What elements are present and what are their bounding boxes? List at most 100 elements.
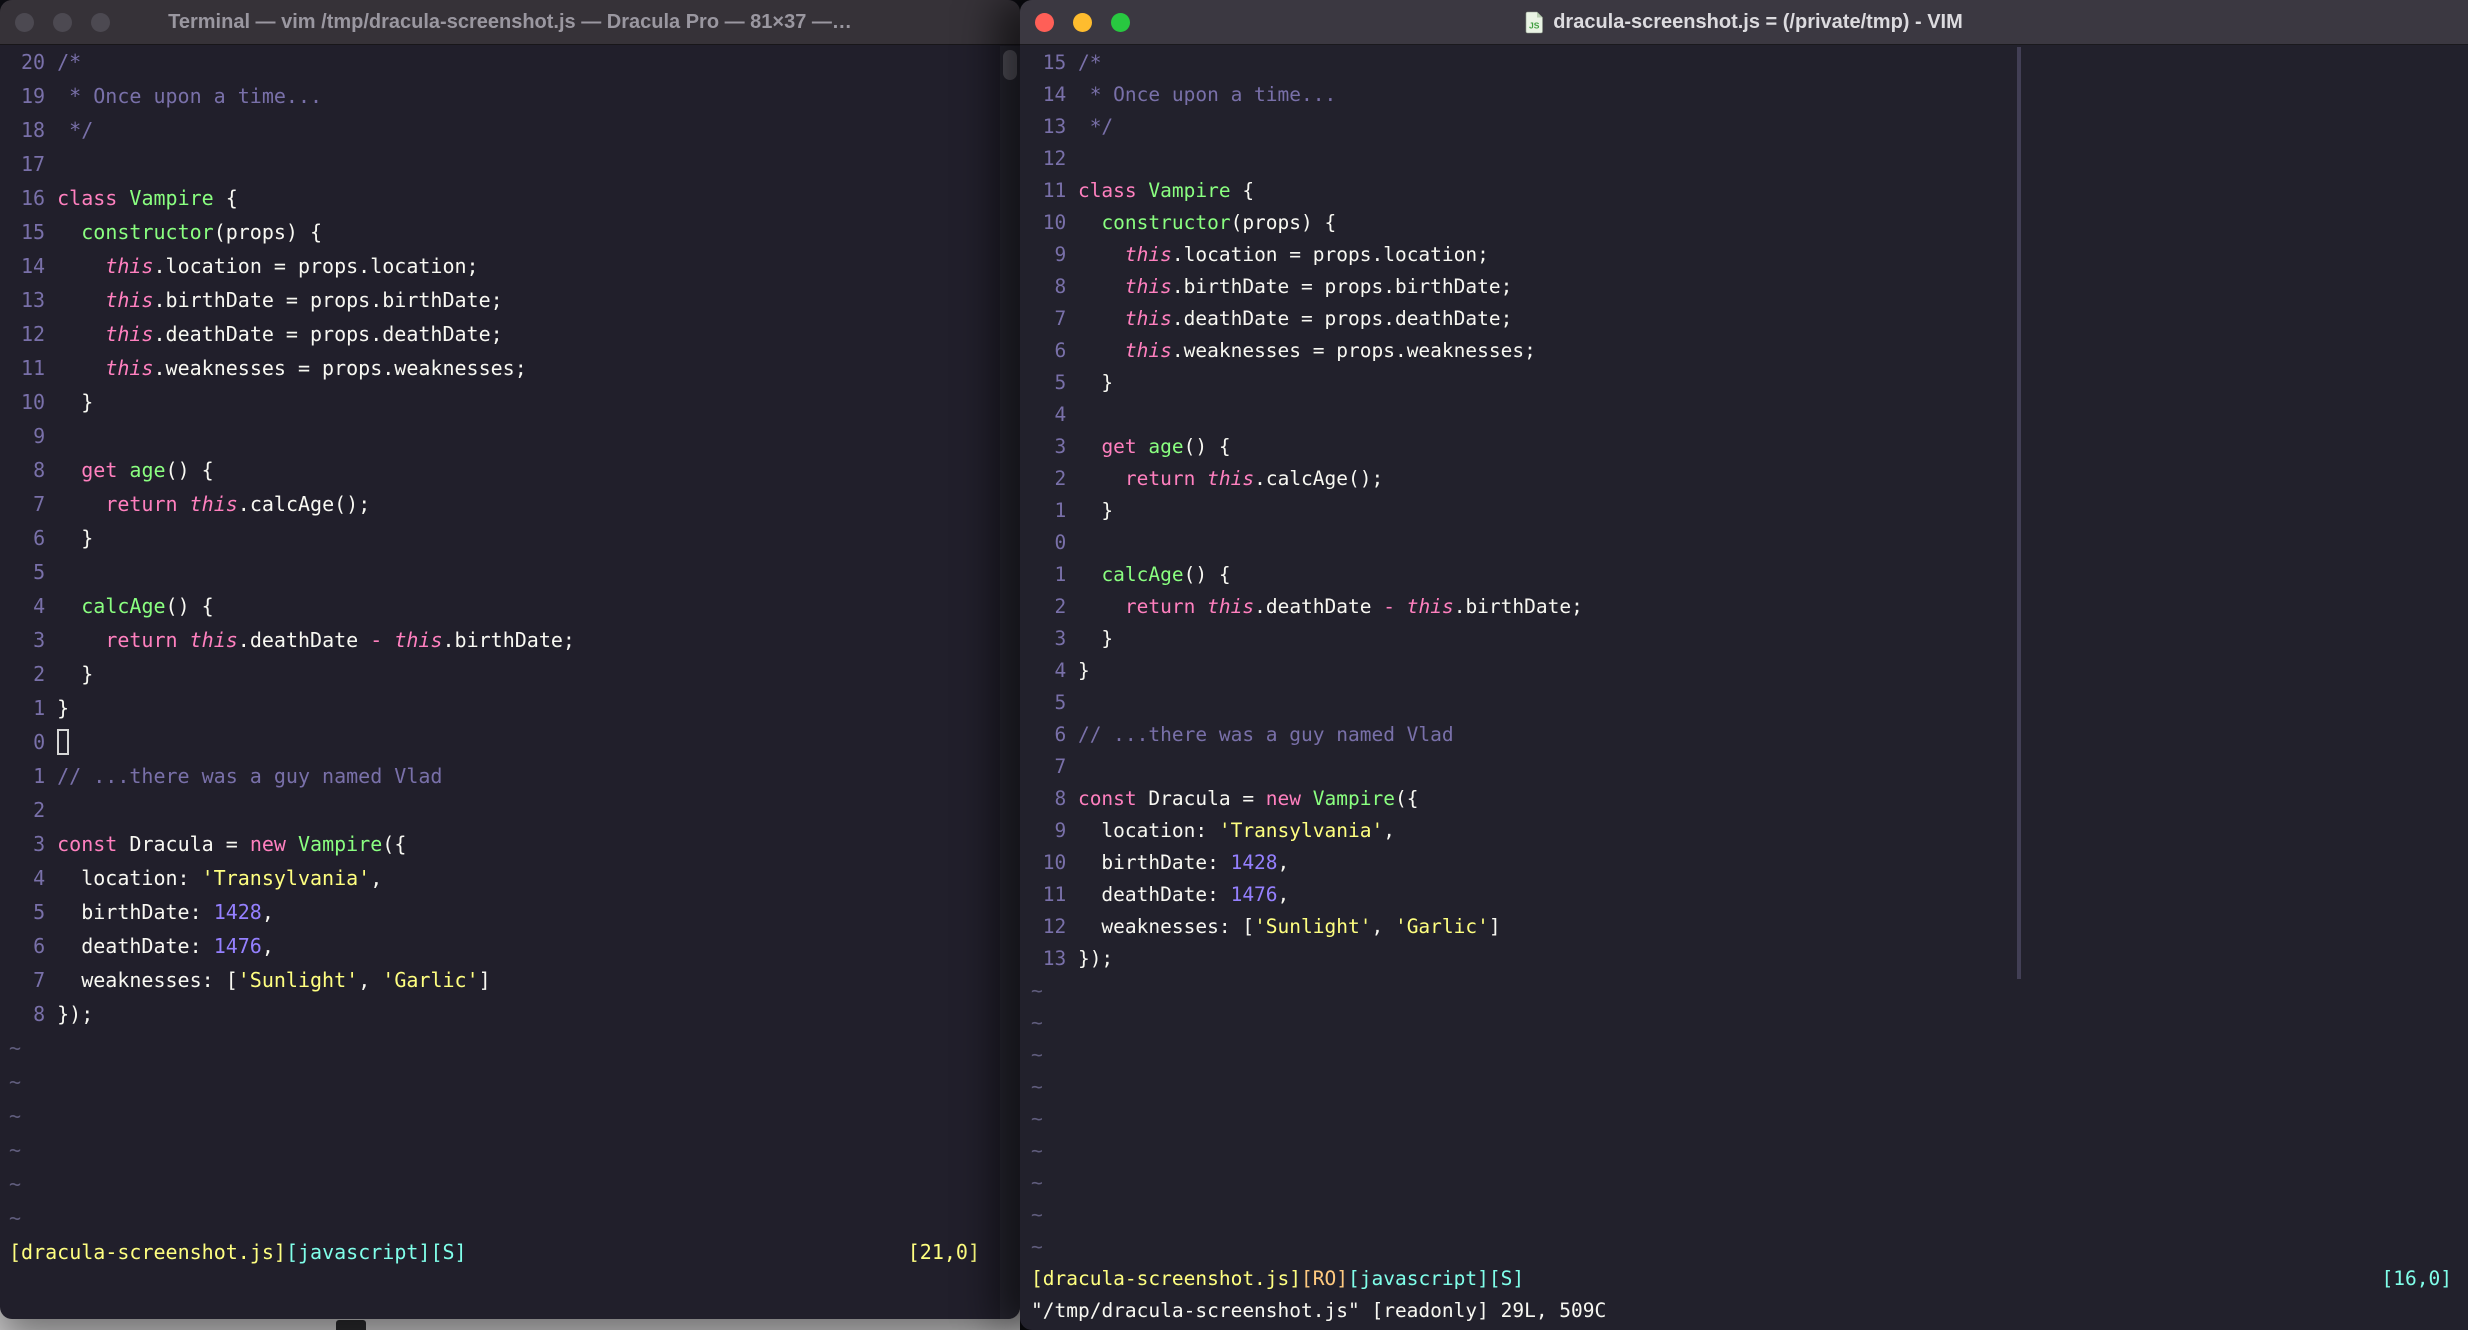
line-number: 6: [1054, 339, 1067, 362]
minimize-button[interactable]: [1073, 12, 1092, 32]
code-line[interactable]: 13 this.birthDate = props.birthDate;: [9, 283, 1020, 317]
code-line[interactable]: 3 get age() {: [1031, 431, 2468, 463]
code-text: }: [1077, 371, 1114, 394]
code-line[interactable]: 13 */: [1031, 111, 2468, 143]
code-line[interactable]: 8 this.birthDate = props.birthDate;: [1031, 271, 2468, 303]
line-number: 4: [33, 594, 46, 618]
code-line[interactable]: 7 return this.calcAge();: [9, 487, 1020, 521]
code-line[interactable]: 9 location: 'Transylvania',: [1031, 815, 2468, 847]
macvim-title-text: dracula-screenshot.js = (/private/tmp) -…: [1553, 10, 1963, 33]
line-number: 4: [1054, 403, 1067, 426]
scrollbar-thumb[interactable]: [1003, 50, 1017, 80]
code-line[interactable]: 12 weaknesses: ['Sunlight', 'Garlic']: [1031, 911, 2468, 943]
code-line[interactable]: 6 deathDate: 1476,: [9, 929, 1020, 963]
line-number: 12: [1042, 915, 1067, 938]
code-line[interactable]: 7 weaknesses: ['Sunlight', 'Garlic']: [9, 963, 1020, 997]
code-line[interactable]: 3 }: [1031, 623, 2468, 655]
terminal-titlebar[interactable]: Terminal — vim /tmp/dracula-screenshot.j…: [0, 0, 1020, 45]
minimize-button[interactable]: [53, 12, 72, 32]
tilde-line: ~: [1031, 1231, 2468, 1263]
tilde-line: ~: [1031, 975, 2468, 1007]
code-line[interactable]: 7 this.deathDate = props.deathDate;: [1031, 303, 2468, 335]
code-line[interactable]: 8});: [9, 997, 1020, 1031]
code-line[interactable]: 11 class Vampire {: [1031, 175, 2468, 207]
line-number: 14: [21, 254, 46, 278]
line-number: 8: [1054, 275, 1067, 298]
code-line[interactable]: 11 deathDate: 1476,: [1031, 879, 2468, 911]
code-line[interactable]: 8 const Dracula = new Vampire({: [1031, 783, 2468, 815]
code-line[interactable]: 2 return this.calcAge();: [1031, 463, 2468, 495]
code-line[interactable]: 6 this.weaknesses = props.weaknesses;: [1031, 335, 2468, 367]
code-line[interactable]: 2 return this.deathDate - this.birthDate…: [1031, 591, 2468, 623]
code-line[interactable]: 15 /*: [1031, 47, 2468, 79]
line-number: 7: [1054, 755, 1067, 778]
code-line[interactable]: 15 constructor(props) {: [9, 215, 1020, 249]
line-number: 0: [1054, 531, 1067, 554]
code-line[interactable]: 18 */: [9, 113, 1020, 147]
close-button[interactable]: [15, 12, 34, 32]
terminal-content: 20/* 19 * Once upon a time... 18 */17 16 cla…: [0, 45, 1020, 1319]
code-line[interactable]: 6 }: [9, 521, 1020, 555]
code-line[interactable]: 9: [9, 419, 1020, 453]
close-button[interactable]: [1035, 12, 1054, 32]
code-line[interactable]: 1 calcAge() {: [1031, 559, 2468, 591]
code-line[interactable]: 2 }: [9, 657, 1020, 691]
code-line[interactable]: 3 const Dracula = new Vampire({: [9, 827, 1020, 861]
zoom-button[interactable]: [1111, 12, 1130, 32]
code-line[interactable]: 5 }: [1031, 367, 2468, 399]
vim-cmdline: [9, 1269, 1020, 1303]
tilde-line: ~: [9, 1201, 1020, 1235]
code-text: weaknesses: ['Sunlight', 'Garlic']: [57, 968, 491, 992]
code-line[interactable]: 14 * Once upon a time...: [1031, 79, 2468, 111]
code-line[interactable]: 12: [1031, 143, 2468, 175]
code-line[interactable]: 7: [1031, 751, 2468, 783]
code-line[interactable]: 19 * Once upon a time...: [9, 79, 1020, 113]
vim-buffer: 20/* 19 * Once upon a time... 18 */17 16 cla…: [9, 45, 1020, 1235]
code-text: * Once upon a time...: [1077, 83, 1337, 106]
code-line[interactable]: 3 return this.deathDate - this.birthDate…: [9, 623, 1020, 657]
tilde-line: ~: [9, 1031, 1020, 1065]
terminal-scrollbar[interactable]: [1000, 46, 1020, 1319]
code-line[interactable]: 13});: [1031, 943, 2468, 975]
code-line[interactable]: 4 location: 'Transylvania',: [9, 861, 1020, 895]
code-line[interactable]: 1}: [9, 691, 1020, 725]
code-line[interactable]: 10 }: [9, 385, 1020, 419]
code-line[interactable]: 1 // ...there was a guy named Vlad: [9, 759, 1020, 793]
code-line[interactable]: 5: [9, 555, 1020, 589]
code-line[interactable]: 0: [9, 725, 1020, 759]
code-line[interactable]: 4}: [1031, 655, 2468, 687]
status-segment: [javascript]: [1348, 1267, 1489, 1290]
code-line[interactable]: 4: [1031, 399, 2468, 431]
code-line[interactable]: 20 /*: [9, 45, 1020, 79]
code-line[interactable]: 4 calcAge() {: [9, 589, 1020, 623]
terminal-title-text: Terminal — vim /tmp/dracula-screenshot.j…: [168, 10, 852, 33]
line-number: 1: [1054, 563, 1067, 586]
code-line[interactable]: 16 class Vampire {: [9, 181, 1020, 215]
document-icon: JS: [1525, 11, 1544, 34]
line-number: 1: [1054, 499, 1067, 522]
code-line[interactable]: 17: [9, 147, 1020, 181]
code-line[interactable]: 5: [1031, 687, 2468, 719]
code-line[interactable]: 8 get age() {: [9, 453, 1020, 487]
code-line[interactable]: 6 // ...there was a guy named Vlad: [1031, 719, 2468, 751]
code-line[interactable]: 9 this.location = props.location;: [1031, 239, 2468, 271]
code-line[interactable]: 1 }: [1031, 495, 2468, 527]
code-line[interactable]: 12 this.deathDate = props.deathDate;: [9, 317, 1020, 351]
code-line[interactable]: 5 birthDate: 1428,: [9, 895, 1020, 929]
code-line[interactable]: 10 birthDate: 1428,: [1031, 847, 2468, 879]
code-line[interactable]: 10 constructor(props) {: [1031, 207, 2468, 239]
macvim-titlebar[interactable]: JS dracula-screenshot.js = (/private/tmp…: [1020, 0, 2468, 45]
code-line[interactable]: 2: [9, 793, 1020, 827]
window-controls: [0, 12, 110, 32]
code-text: deathDate: 1476,: [1077, 883, 1290, 906]
background-window-mark: [336, 1320, 366, 1330]
code-line[interactable]: 11 this.weaknesses = props.weaknesses;: [9, 351, 1020, 385]
code-text: });: [57, 1002, 94, 1026]
line-number: 3: [1054, 435, 1067, 458]
line-number: 10: [1042, 211, 1067, 234]
code-line[interactable]: 0: [1031, 527, 2468, 559]
terminal-title: Terminal — vim /tmp/dracula-screenshot.j…: [130, 11, 890, 34]
zoom-button[interactable]: [91, 12, 110, 32]
tilde-marker: ~: [9, 1104, 22, 1128]
code-line[interactable]: 14 this.location = props.location;: [9, 249, 1020, 283]
